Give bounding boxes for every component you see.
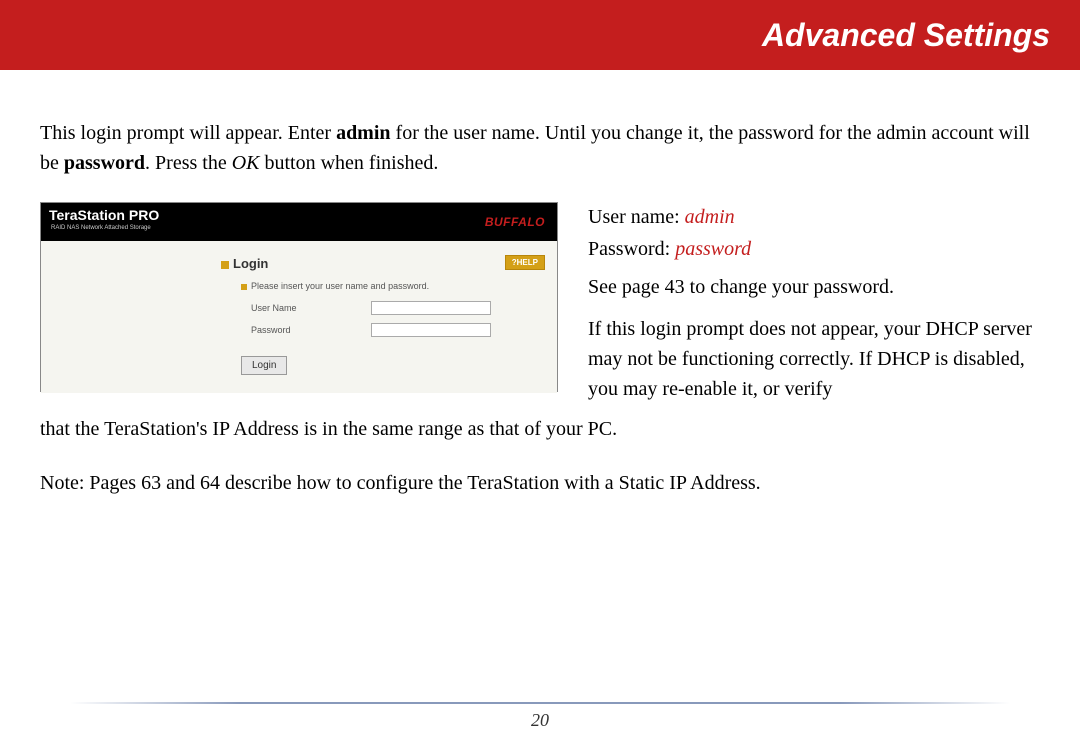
note-text: Note: Pages 63 and 64 describe how to co…: [40, 468, 1040, 498]
see-page-text: See page 43 to change your password.: [588, 272, 1040, 302]
terastation-logo-subtitle: RAID NAS Network Attached Storage: [51, 225, 151, 231]
username-cred-label: User name:: [588, 206, 685, 228]
login-instruction: Please insert your user name and passwor…: [241, 281, 429, 291]
login-heading-text: Login: [233, 256, 268, 271]
intro-text-g: button when finished.: [260, 152, 439, 174]
login-button[interactable]: Login: [241, 356, 287, 375]
dhcp-text: If this login prompt does not appear, yo…: [588, 314, 1040, 404]
intro-text-a: This login prompt will appear. Enter: [40, 122, 336, 144]
help-button[interactable]: ?HELP: [505, 255, 545, 270]
footer-divider: [40, 702, 1040, 704]
login-instruction-text: Please insert your user name and passwor…: [251, 281, 429, 291]
login-heading: Login: [221, 256, 268, 271]
screenshot-body: Login ?HELP Please insert your user name…: [41, 241, 557, 393]
username-label: User Name: [251, 303, 371, 313]
intro-text-e: . Press the: [145, 152, 232, 174]
password-label: Password: [251, 325, 371, 335]
buffalo-brand: BUFFALO: [485, 215, 545, 229]
password-cred-label: Password:: [588, 238, 675, 260]
password-row: Password: [251, 323, 491, 337]
password-credential: Password: password: [588, 234, 1040, 264]
page-number: 20: [0, 710, 1080, 731]
page-content: This login prompt will appear. Enter adm…: [0, 70, 1080, 498]
bullet-icon: [221, 261, 229, 269]
terastation-logo-text: TeraStation PRO: [49, 207, 159, 223]
right-column-text: User name: admin Password: password See …: [588, 202, 1040, 404]
username-row: User Name: [251, 301, 491, 315]
page-title: Advanced Settings: [762, 17, 1050, 54]
intro-password-bold: password: [64, 152, 145, 174]
username-cred-value: admin: [685, 206, 735, 228]
username-credential: User name: admin: [588, 202, 1040, 232]
intro-admin-bold: admin: [336, 122, 390, 144]
login-screenshot: TeraStation PRO RAID NAS Network Attache…: [40, 202, 558, 392]
intro-ok-italic: OK: [232, 152, 260, 174]
screenshot-header: TeraStation PRO RAID NAS Network Attache…: [41, 203, 557, 241]
bullet-small-icon: [241, 284, 247, 290]
dhcp-wrap-text: that the TeraStation's IP Address is in …: [40, 414, 1040, 444]
username-input[interactable]: [371, 301, 491, 315]
page-footer: 20: [0, 702, 1080, 731]
password-cred-value: password: [675, 238, 751, 260]
header-bar: Advanced Settings: [0, 0, 1080, 70]
password-input[interactable]: [371, 323, 491, 337]
intro-paragraph: This login prompt will appear. Enter adm…: [40, 118, 1040, 178]
